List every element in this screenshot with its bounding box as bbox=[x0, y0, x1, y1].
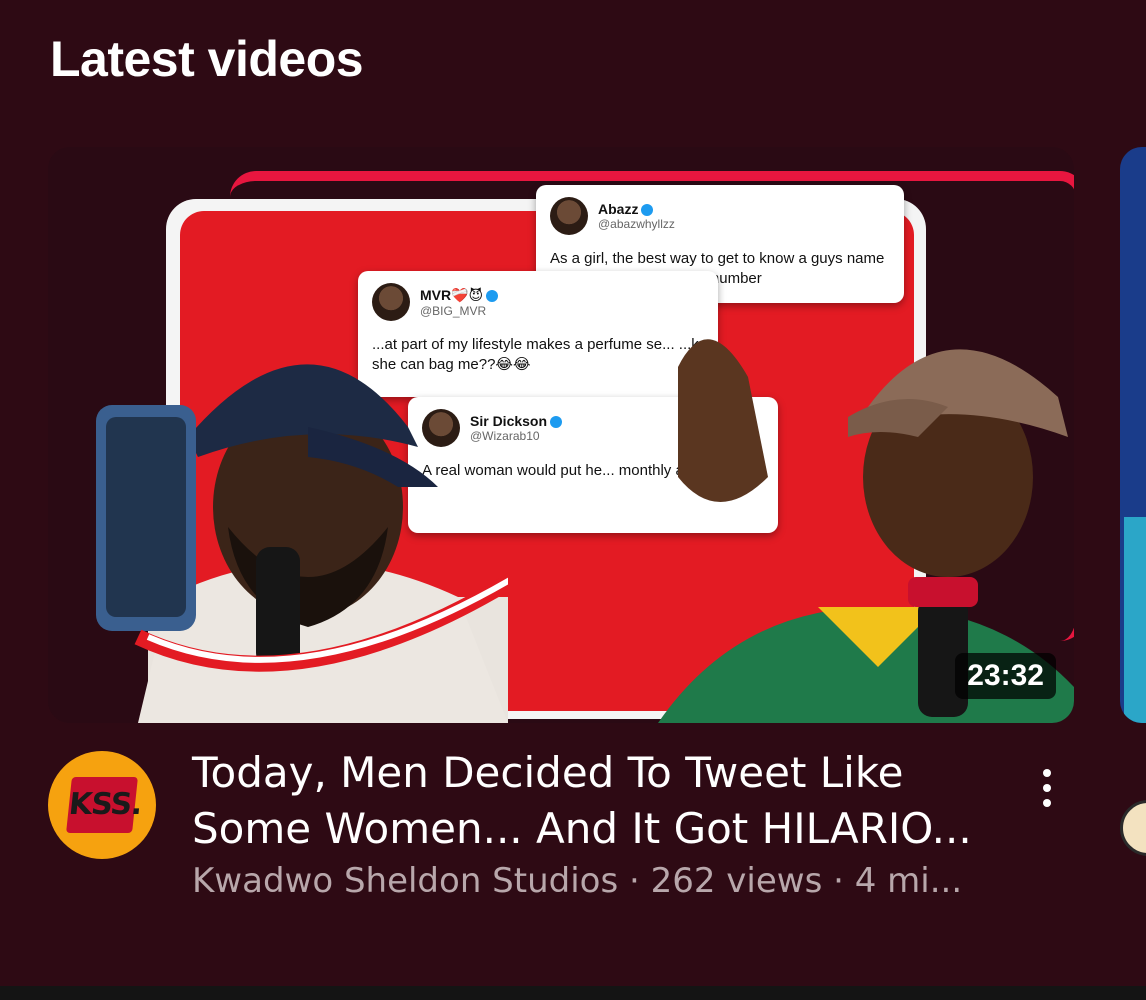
next-thumbnail-peek bbox=[1124, 517, 1146, 723]
tweet-avatar bbox=[550, 197, 588, 235]
video-thumbnail[interactable]: Abazz @abazwhyllzz As a girl, the best w… bbox=[48, 147, 1074, 723]
channel-logo: KSS. bbox=[66, 777, 143, 833]
next-channel-avatar[interactable] bbox=[1120, 800, 1146, 856]
tweet-name: Abazz bbox=[598, 201, 639, 217]
section-title: Latest videos bbox=[50, 31, 364, 87]
channel-avatar[interactable]: KSS. bbox=[48, 751, 156, 859]
video-meta: Kwadwo Sheldon Studios · 262 views · 4 m… bbox=[192, 861, 963, 901]
verified-badge-icon bbox=[641, 204, 654, 217]
thumbnail-person-left bbox=[96, 364, 508, 723]
video-title[interactable]: Today, Men Decided To Tweet Like Some Wo… bbox=[192, 745, 1012, 857]
next-video-thumbnail[interactable] bbox=[1120, 147, 1146, 723]
video-details: KSS. Today, Men Decided To Tweet Like So… bbox=[48, 723, 1074, 901]
verified-badge-icon bbox=[550, 416, 563, 429]
more-vertical-icon[interactable] bbox=[1032, 753, 1062, 823]
bottom-divider bbox=[0, 986, 1146, 1000]
video-card[interactable]: Abazz @abazwhyllzz As a girl, the best w… bbox=[48, 147, 1074, 901]
video-duration-badge: 23:32 bbox=[955, 653, 1056, 699]
tweet-handle: @abazwhyllzz bbox=[598, 217, 675, 231]
